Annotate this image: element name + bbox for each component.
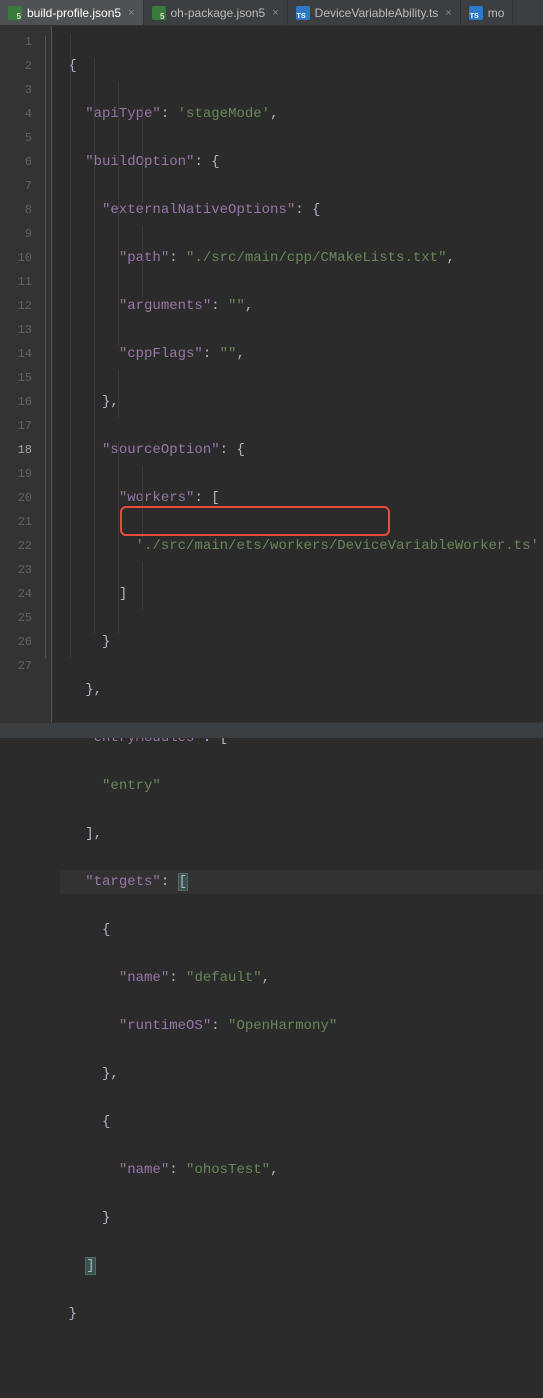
line-number: 27 xyxy=(0,654,32,678)
ts-icon xyxy=(296,6,310,20)
line-number: 11 xyxy=(0,270,32,294)
json5-icon xyxy=(152,6,166,20)
line-number: 21 xyxy=(0,510,32,534)
line-number: 15 xyxy=(0,366,32,390)
line-number: 12 xyxy=(0,294,32,318)
json5-icon xyxy=(8,6,22,20)
code-area[interactable]: { "apiType": 'stageMode', "buildOption":… xyxy=(52,26,543,738)
line-number: 22 xyxy=(0,534,32,558)
line-number: 23 xyxy=(0,558,32,582)
line-number: 25 xyxy=(0,606,32,630)
line-number: 5 xyxy=(0,126,32,150)
tab-label: build-profile.json5 xyxy=(27,6,121,20)
line-number: 17 xyxy=(0,414,32,438)
gutter: 1 2 3 4 5 6 7 8 9 10 11 12 13 14 15 16 1… xyxy=(0,26,40,738)
line-number: 8 xyxy=(0,198,32,222)
line-number: 14 xyxy=(0,342,32,366)
line-number: 2 xyxy=(0,54,32,78)
close-icon[interactable]: × xyxy=(126,7,134,19)
line-number: 6 xyxy=(0,150,32,174)
line-number: 3 xyxy=(0,78,32,102)
close-icon[interactable]: × xyxy=(270,7,278,19)
fold-bar xyxy=(40,26,52,738)
line-number: 16 xyxy=(0,390,32,414)
tab-label: DeviceVariableAbility.ts xyxy=(315,6,439,20)
editor: 1 2 3 4 5 6 7 8 9 10 11 12 13 14 15 16 1… xyxy=(0,26,543,738)
line-number: 26 xyxy=(0,630,32,654)
line-number: 13 xyxy=(0,318,32,342)
line-number: 10 xyxy=(0,246,32,270)
line-number: 1 xyxy=(0,30,32,54)
tab-bar: build-profile.json5 × oh-package.json5 ×… xyxy=(0,0,543,26)
tab-label: oh-package.json5 xyxy=(171,6,266,20)
line-number: 7 xyxy=(0,174,32,198)
tab-label: mo xyxy=(488,6,505,20)
line-number: 19 xyxy=(0,462,32,486)
ts-icon xyxy=(469,6,483,20)
annotation-highlight xyxy=(120,506,390,536)
tab-mo[interactable]: mo xyxy=(461,0,514,25)
close-icon[interactable]: × xyxy=(443,7,451,19)
tab-oh-package[interactable]: oh-package.json5 × xyxy=(144,0,288,25)
line-number: 18 xyxy=(0,438,32,462)
status-bar xyxy=(0,722,543,738)
tab-build-profile[interactable]: build-profile.json5 × xyxy=(0,0,144,25)
line-number: 24 xyxy=(0,582,32,606)
line-number: 20 xyxy=(0,486,32,510)
line-number: 9 xyxy=(0,222,32,246)
tab-device-variable-ability[interactable]: DeviceVariableAbility.ts × xyxy=(288,0,461,25)
line-number: 4 xyxy=(0,102,32,126)
